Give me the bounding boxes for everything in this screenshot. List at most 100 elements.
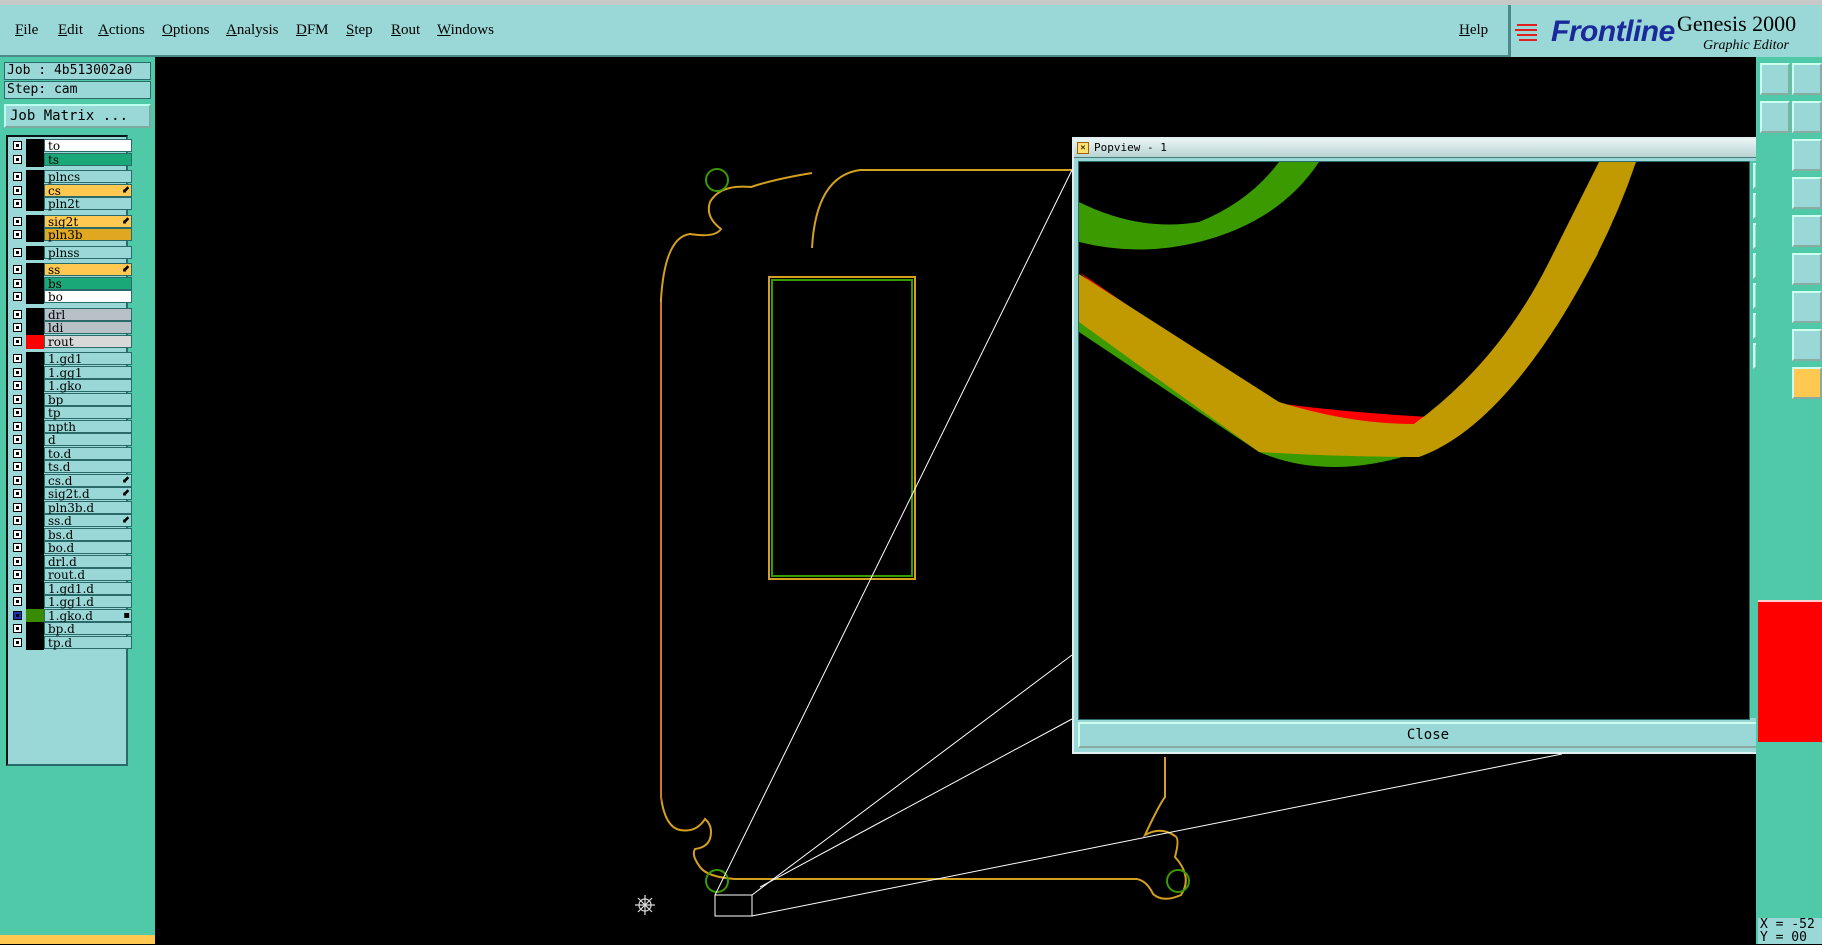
layer-checkbox[interactable] (13, 489, 22, 498)
mini-view[interactable] (1758, 600, 1822, 742)
layer-name[interactable]: to.d (44, 446, 132, 460)
layer-name[interactable]: sig2t (44, 214, 132, 228)
layer-row[interactable]: 1.gd1.d (10, 581, 132, 596)
layer-color-swatch[interactable] (26, 365, 44, 380)
layer-checkbox[interactable] (13, 265, 22, 274)
layer-row[interactable]: pln3b (10, 228, 132, 242)
layer-color-swatch[interactable] (26, 406, 44, 420)
layer-row[interactable]: bp (10, 392, 132, 407)
popview-close-button[interactable]: Close (1078, 722, 1778, 748)
layer-row[interactable]: ss ⬋ (10, 263, 132, 277)
layer-color-swatch[interactable] (26, 487, 44, 501)
layer-checkbox[interactable] (13, 462, 22, 471)
layer-name[interactable]: 1.gko.d (44, 608, 132, 622)
layer-color-swatch[interactable] (26, 622, 44, 636)
layer-color-swatch[interactable] (26, 514, 44, 528)
job-matrix-button[interactable]: Job Matrix ... (4, 104, 151, 128)
layer-name[interactable]: ts.d (44, 460, 132, 473)
layer-color-swatch[interactable] (26, 527, 44, 542)
layer-checkbox[interactable] (13, 610, 22, 620)
layer-name[interactable]: rout.d (44, 568, 132, 581)
layer-name[interactable]: bp.d (44, 622, 132, 635)
layer-color-swatch[interactable] (26, 245, 44, 260)
layer-row[interactable]: to (10, 139, 132, 153)
layer-color-swatch[interactable] (26, 568, 44, 582)
popview-canvas[interactable] (1078, 161, 1750, 720)
tool-button-6[interactable] (1792, 177, 1822, 209)
layer-name[interactable]: plncs (44, 170, 132, 183)
layer-color-swatch[interactable] (26, 433, 44, 447)
layer-row[interactable]: to.d (10, 446, 132, 461)
layer-checkbox[interactable] (13, 292, 22, 301)
layer-name[interactable]: pln3b (44, 228, 132, 241)
layer-checkbox[interactable] (13, 278, 22, 288)
layer-checkbox[interactable] (13, 543, 22, 552)
layer-color-swatch[interactable] (26, 321, 44, 335)
layer-color-swatch[interactable] (26, 581, 44, 596)
layer-name[interactable]: sig2t.d (44, 487, 132, 500)
tool-button-7[interactable] (1792, 215, 1822, 247)
layer-color-swatch[interactable] (26, 307, 44, 322)
window-menu-icon[interactable]: ✕ (1077, 142, 1089, 154)
layer-checkbox[interactable] (13, 336, 22, 346)
layer-name[interactable]: bs.d (44, 527, 132, 541)
layer-name[interactable]: 1.gd1.d (44, 581, 132, 595)
layer-checkbox[interactable] (13, 556, 22, 566)
layer-name[interactable]: ss (44, 263, 132, 276)
layer-checkbox[interactable] (13, 185, 22, 195)
layer-checkbox[interactable] (13, 154, 22, 164)
tool-button-5[interactable] (1792, 139, 1822, 171)
tool-button-2[interactable] (1792, 63, 1822, 95)
layer-color-swatch[interactable] (26, 635, 44, 650)
layer-color-swatch[interactable] (26, 446, 44, 461)
layer-row[interactable]: sig2t ⬋ (10, 214, 132, 229)
layer-color-swatch[interactable] (26, 276, 44, 291)
layer-checkbox[interactable] (13, 141, 22, 150)
layer-color-swatch[interactable] (26, 608, 44, 623)
layer-checkbox[interactable] (13, 624, 22, 633)
layer-color-swatch[interactable] (26, 197, 44, 211)
layer-checkbox[interactable] (13, 230, 22, 239)
layer-row[interactable]: drl.d (10, 554, 132, 569)
layer-name[interactable]: pln2t (44, 197, 132, 210)
layer-name[interactable]: bo (44, 290, 132, 303)
layer-row[interactable]: 1.gko (10, 379, 132, 393)
layer-row[interactable]: ss.d ⬋ (10, 514, 132, 528)
layer-name[interactable]: to (44, 139, 132, 152)
layer-name[interactable]: 1.gd1 (44, 352, 132, 365)
layer-color-swatch[interactable] (26, 379, 44, 393)
layer-row[interactable]: 1.gg1.d (10, 595, 132, 609)
layer-color-swatch[interactable] (26, 392, 44, 407)
menu-rout[interactable]: Rout (391, 22, 420, 39)
layer-checkbox[interactable] (13, 408, 22, 417)
layer-checkbox[interactable] (13, 394, 22, 404)
layer-color-swatch[interactable] (26, 554, 44, 569)
layer-name[interactable]: bp (44, 392, 132, 406)
layer-checkbox[interactable] (13, 309, 22, 319)
tool-button-8[interactable] (1792, 253, 1822, 285)
layer-row[interactable]: bs.d (10, 527, 132, 542)
layer-name[interactable]: rout (44, 334, 132, 348)
layer-row[interactable]: bp.d (10, 622, 132, 636)
layer-row[interactable]: npth (10, 419, 132, 434)
layer-checkbox[interactable] (13, 323, 22, 332)
layer-color-swatch[interactable] (26, 595, 44, 609)
layer-color-swatch[interactable] (26, 228, 44, 242)
layer-name[interactable]: drl (44, 307, 132, 321)
layer-name[interactable]: bs (44, 276, 132, 290)
tool-button-3[interactable] (1760, 101, 1790, 133)
layer-checkbox[interactable] (13, 354, 22, 363)
layer-name[interactable]: 1.gko (44, 379, 132, 392)
layer-color-swatch[interactable] (26, 500, 44, 515)
layer-checkbox[interactable] (13, 247, 22, 257)
layer-color-swatch[interactable] (26, 170, 44, 184)
layer-checkbox[interactable] (13, 637, 22, 647)
layer-checkbox[interactable] (13, 502, 22, 512)
layer-checkbox[interactable] (13, 570, 22, 579)
layer-name[interactable]: cs (44, 183, 132, 197)
layer-checkbox[interactable] (13, 475, 22, 485)
layer-row[interactable]: cs ⬋ (10, 183, 132, 198)
popview-titlebar[interactable]: ✕ Popview - 1 ✕ (1074, 139, 1782, 158)
layer-row[interactable]: ts (10, 152, 132, 167)
layer-name[interactable]: d (44, 433, 132, 446)
